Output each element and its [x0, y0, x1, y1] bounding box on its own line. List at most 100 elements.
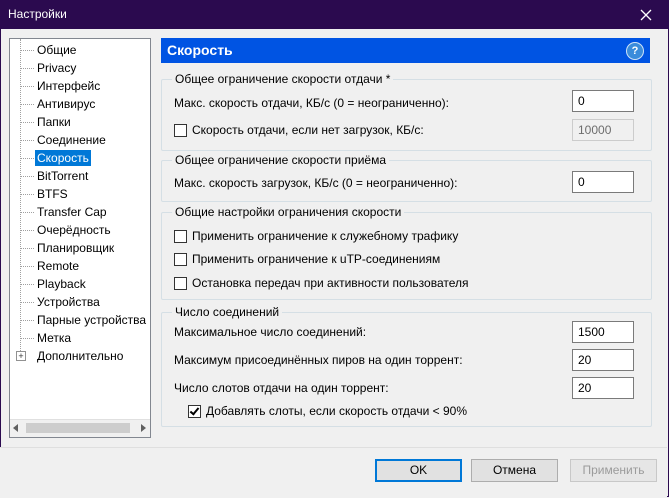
upload-limit-group: Общее ограничение скорости отдачи * Макс…: [161, 72, 652, 151]
limit-overhead-checkbox[interactable]: Применить ограничение к служебному трафи…: [174, 228, 458, 244]
sidebar-item[interactable]: Парные устройства: [10, 311, 150, 329]
general-limit-group: Общие настройки ограничения скорости При…: [161, 205, 652, 300]
max-upload-label: Макс. скорость отдачи, КБ/с (0 = неогран…: [174, 96, 449, 110]
idle-upload-input[interactable]: 10000: [572, 119, 634, 141]
sidebar-item-label: Дополнительно: [37, 349, 124, 363]
tree-connector: [21, 104, 34, 105]
horizontal-scrollbar[interactable]: [10, 419, 150, 437]
tree-connector: [21, 194, 34, 195]
sidebar-item-label: Privacy: [37, 61, 77, 75]
max-download-label: Макс. скорость загрузок, КБ/с (0 = неогр…: [174, 176, 458, 190]
max-connections-label: Максимальное число соединений:: [174, 325, 367, 339]
sidebar-item[interactable]: Устройства: [10, 293, 150, 311]
sidebar-item-label: Соединение: [37, 133, 106, 147]
checkbox-box[interactable]: [174, 229, 187, 243]
sidebar-item-label: Общие: [37, 43, 77, 57]
max-peers-label: Максимум присоединённых пиров на один то…: [174, 353, 463, 367]
sidebar-item-label: Очерёдность: [37, 223, 111, 237]
sidebar-item[interactable]: Remote: [10, 257, 150, 275]
ok-button[interactable]: OK: [375, 459, 462, 482]
checkbox-box[interactable]: [174, 276, 187, 290]
max-upload-input[interactable]: 0: [572, 90, 634, 112]
sidebar-item[interactable]: Соединение: [10, 131, 150, 149]
sidebar-item[interactable]: Метка: [10, 329, 150, 347]
page-header: Скорость ?: [161, 38, 650, 63]
sidebar-item[interactable]: Интерфейс: [10, 77, 150, 95]
limit-utp-label: Применить ограничение к uTP-соединениям: [192, 252, 441, 266]
window-title: Настройки: [8, 7, 67, 21]
general-group-title: Общие настройки ограничения скорости: [172, 205, 405, 219]
tree-connector: [21, 212, 34, 213]
sidebar-item-label: Метка: [37, 331, 72, 345]
download-group-title: Общее ограничение скорости приёма: [172, 153, 390, 167]
upload-slots-label: Число слотов отдачи на один торрент:: [174, 381, 389, 395]
tree-connector: [21, 266, 34, 267]
sidebar-item[interactable]: Антивирус: [10, 95, 150, 113]
close-icon: [640, 9, 652, 20]
expand-icon[interactable]: +: [16, 351, 26, 361]
apply-button[interactable]: Применить: [570, 459, 657, 482]
extra-slots-label: Добавлять слоты, если скорость отдачи < …: [206, 404, 467, 418]
tree-connector: [21, 284, 34, 285]
checkbox-box[interactable]: [188, 404, 201, 418]
tree-connector: [21, 302, 34, 303]
upload-slots-input[interactable]: 20: [572, 377, 634, 399]
max-peers-input[interactable]: 20: [572, 349, 634, 371]
sidebar-item[interactable]: Папки: [10, 113, 150, 131]
extra-slots-checkbox[interactable]: Добавлять слоты, если скорость отдачи < …: [188, 403, 467, 419]
sidebar-item-label: Парные устройства: [37, 313, 147, 327]
upload-group-title: Общее ограничение скорости отдачи *: [172, 72, 394, 86]
sidebar-item-label: BitTorrent: [37, 169, 89, 183]
sidebar-item-label: Антивирус: [37, 97, 96, 111]
tree-connector: [21, 338, 34, 339]
scroll-left-icon[interactable]: [13, 424, 18, 432]
checkbox-box[interactable]: [174, 123, 187, 137]
tree-connector: [21, 248, 34, 249]
scroll-thumb[interactable]: [26, 423, 130, 433]
tree-connector: [21, 176, 34, 177]
sidebar-item-label: Скорость: [35, 150, 91, 166]
checkbox-box[interactable]: [174, 252, 187, 266]
sidebar-item[interactable]: BTFS: [10, 185, 150, 203]
pause-on-activity-checkbox[interactable]: Остановка передач при активности пользов…: [174, 275, 469, 291]
tree-connector: [21, 50, 34, 51]
sidebar-item-label: Планировщик: [37, 241, 115, 255]
settings-tree[interactable]: Общие Privacy Интерфейс Антивирус Папки Соеди…: [9, 38, 151, 438]
limit-utp-checkbox[interactable]: Применить ограничение к uTP-соединениям: [174, 251, 440, 267]
sidebar-item[interactable]: Playback: [10, 275, 150, 293]
max-connections-input[interactable]: 1500: [572, 321, 634, 343]
tree-connector: [21, 320, 34, 321]
sidebar-item-label: Интерфейс: [37, 79, 101, 93]
sidebar-item[interactable]: Очерёдность: [10, 221, 150, 239]
tree-connector: [21, 140, 34, 141]
cancel-button[interactable]: Отмена: [471, 459, 558, 482]
sidebar-item[interactable]: Общие: [10, 41, 150, 59]
pause-on-activity-label: Остановка передач при активности пользов…: [192, 276, 469, 290]
sidebar-item-label: Устройства: [37, 295, 100, 309]
sidebar-item[interactable]: Скорость: [10, 149, 150, 167]
tree-connector: [21, 158, 34, 159]
download-limit-group: Общее ограничение скорости приёма Макс. …: [161, 153, 652, 202]
tree-connector: [21, 230, 34, 231]
sidebar-item[interactable]: Transfer Cap: [10, 203, 150, 221]
sidebar-item-label: BTFS: [37, 187, 68, 201]
help-icon[interactable]: ?: [626, 42, 644, 60]
sidebar-item[interactable]: BitTorrent: [10, 167, 150, 185]
title-bar: Настройки: [0, 0, 669, 29]
idle-upload-label: Скорость отдачи, если нет загрузок, КБ/с…: [192, 123, 424, 137]
max-download-input[interactable]: 0: [572, 171, 634, 193]
scroll-right-icon[interactable]: [141, 424, 146, 432]
tree-connector: [21, 122, 34, 123]
page-title: Скорость: [167, 42, 233, 58]
dialog-footer: [0, 447, 667, 498]
sidebar-item-label: Remote: [37, 259, 80, 273]
sidebar-item[interactable]: + Дополнительно: [10, 347, 150, 365]
sidebar-item[interactable]: Privacy: [10, 59, 150, 77]
close-button[interactable]: [623, 0, 669, 29]
limit-overhead-label: Применить ограничение к служебному трафи…: [192, 229, 459, 243]
idle-upload-checkbox[interactable]: Скорость отдачи, если нет загрузок, КБ/с…: [174, 122, 424, 138]
sidebar-item[interactable]: Планировщик: [10, 239, 150, 257]
sidebar-item-label: Папки: [37, 115, 71, 129]
tree-connector: [21, 86, 34, 87]
tree-connector: [21, 68, 34, 69]
